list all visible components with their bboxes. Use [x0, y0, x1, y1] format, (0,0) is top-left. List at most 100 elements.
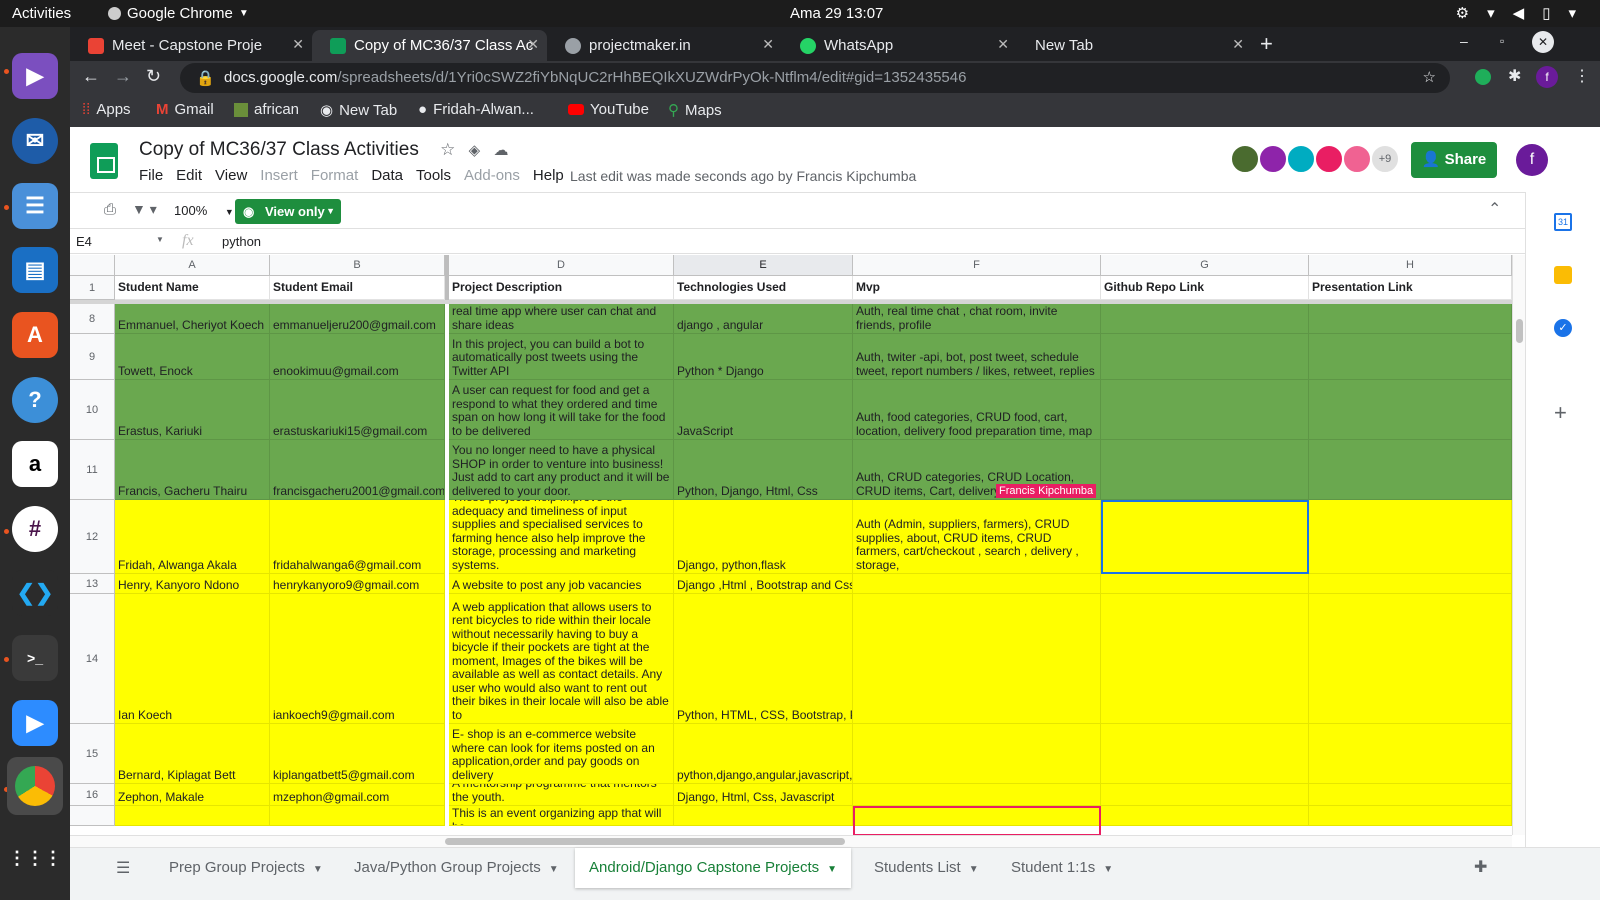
- table-cell[interactable]: Henry, Kanyoro Ndono: [115, 574, 270, 594]
- activities-button[interactable]: Activities: [12, 5, 71, 22]
- menu-file[interactable]: File: [139, 167, 163, 184]
- table-cell[interactable]: fridahalwanga6@gmail.com: [270, 500, 445, 574]
- bookmark-github[interactable]: ● Fridah-Alwan...: [418, 101, 534, 118]
- name-box[interactable]: E4: [76, 234, 92, 249]
- table-cell[interactable]: You no longer need to have a physical SH…: [449, 440, 674, 500]
- table-cell[interactable]: [853, 574, 1101, 594]
- close-icon[interactable]: ✕: [997, 36, 1009, 53]
- table-cell[interactable]: [853, 784, 1101, 806]
- keep-icon[interactable]: [1554, 266, 1572, 284]
- add-addon-icon[interactable]: +: [1554, 400, 1567, 426]
- print-icon[interactable]: ⎙: [104, 201, 116, 218]
- all-sheets-icon[interactable]: ☰: [116, 858, 130, 878]
- column-header-h[interactable]: H: [1309, 255, 1512, 276]
- sheets-logo-icon[interactable]: [90, 143, 118, 179]
- table-cell[interactable]: A website to post any job vacancies: [449, 574, 674, 594]
- header-cell[interactable]: Mvp: [853, 276, 1101, 300]
- menu-help[interactable]: Help: [533, 167, 564, 184]
- table-cell[interactable]: Django, python,flask: [674, 500, 853, 574]
- amazon-icon[interactable]: a: [12, 441, 58, 487]
- table-cell[interactable]: [1101, 724, 1309, 784]
- maximize-button[interactable]: ▫: [1500, 34, 1504, 48]
- selected-cell-outline[interactable]: [1101, 500, 1309, 574]
- back-icon[interactable]: ←: [82, 66, 100, 87]
- bookmark-maps[interactable]: ⚲ Maps: [668, 101, 722, 120]
- vertical-scrollbar[interactable]: [1512, 255, 1525, 835]
- tab-sheets[interactable]: Copy of MC36/37 Class Ac ✕: [312, 30, 547, 61]
- table-cell[interactable]: Bernard, Kiplagat Bett: [115, 724, 270, 784]
- calendar-icon[interactable]: 31: [1554, 213, 1572, 231]
- header-cell[interactable]: Student Email: [270, 276, 445, 300]
- view-only-button[interactable]: ◉ View only ▼: [235, 199, 341, 224]
- show-apps-icon[interactable]: ⋮⋮⋮: [8, 835, 62, 881]
- row-header[interactable]: 8: [70, 304, 115, 334]
- table-cell[interactable]: In this project, you can build a bot to …: [449, 334, 674, 380]
- menu-insert[interactable]: Insert: [260, 167, 298, 184]
- table-cell[interactable]: [853, 594, 1101, 724]
- column-header-b[interactable]: B: [270, 255, 445, 276]
- collapse-icon[interactable]: ⌃: [1488, 199, 1501, 219]
- explore-icon[interactable]: ✚: [1474, 857, 1487, 877]
- formula-input[interactable]: python: [222, 234, 261, 249]
- table-cell[interactable]: [1309, 594, 1512, 724]
- star-icon[interactable]: ☆: [1423, 68, 1436, 86]
- software-center-icon[interactable]: A: [12, 312, 58, 358]
- forward-icon[interactable]: →: [114, 66, 132, 87]
- table-cell[interactable]: Python, HTML, CSS, Bootstrap, Po: [674, 594, 853, 724]
- table-cell[interactable]: django , angular: [674, 304, 853, 334]
- table-cell[interactable]: [1309, 334, 1512, 380]
- select-all-corner[interactable]: [70, 255, 115, 276]
- new-tab-button[interactable]: +: [1260, 31, 1273, 57]
- zoom-icon[interactable]: ▶: [12, 700, 58, 746]
- writer-icon[interactable]: ▤: [12, 247, 58, 293]
- horizontal-scroll-thumb[interactable]: [445, 838, 845, 845]
- table-cell[interactable]: [1101, 334, 1309, 380]
- table-cell[interactable]: Auth, real time chat , chat room, invite…: [853, 304, 1101, 334]
- table-cell[interactable]: [1101, 574, 1309, 594]
- more-collaborators-badge[interactable]: +9: [1370, 144, 1400, 174]
- vscode-icon[interactable]: ❮❯: [12, 570, 58, 616]
- grammarly-icon[interactable]: [1475, 69, 1491, 85]
- header-cell[interactable]: Presentation Link: [1309, 276, 1512, 300]
- table-cell[interactable]: [853, 724, 1101, 784]
- table-cell[interactable]: [1309, 500, 1512, 574]
- column-header-e[interactable]: E: [674, 255, 853, 276]
- table-cell[interactable]: Ian Koech: [115, 594, 270, 724]
- table-cell[interactable]: [1309, 724, 1512, 784]
- close-window-button[interactable]: ✕: [1532, 31, 1554, 53]
- tab-whatsapp[interactable]: WhatsApp ✕: [782, 30, 1017, 61]
- sheet-tab-java-python[interactable]: Java/Python Group Projects ▼: [340, 848, 573, 888]
- help-icon[interactable]: ?: [12, 377, 58, 423]
- row-header[interactable]: [70, 806, 115, 826]
- table-cell[interactable]: Auth, twiter -api, bot, post tweet, sche…: [853, 334, 1101, 380]
- account-avatar[interactable]: f: [1516, 144, 1548, 176]
- table-cell[interactable]: Python, Django, Html, Css: [674, 440, 853, 500]
- sheet-tab-prep-group[interactable]: Prep Group Projects ▼: [155, 848, 337, 888]
- table-cell[interactable]: francisgacheru2001@gmail.com: [270, 440, 445, 500]
- table-cell[interactable]: [270, 806, 445, 826]
- table-cell[interactable]: Emmanuel, Cheriyot Koech: [115, 304, 270, 334]
- table-cell[interactable]: Zephon, Makale: [115, 784, 270, 806]
- row-header[interactable]: 13: [70, 574, 115, 594]
- row-header[interactable]: 9: [70, 334, 115, 380]
- video-player-icon[interactable]: ▶: [12, 53, 58, 99]
- column-header-d[interactable]: D: [449, 255, 674, 276]
- slack-icon[interactable]: #: [12, 506, 58, 552]
- close-icon[interactable]: ✕: [762, 36, 774, 53]
- table-cell[interactable]: [1309, 440, 1512, 500]
- header-cell[interactable]: Project Description: [449, 276, 674, 300]
- table-cell[interactable]: [1101, 806, 1309, 826]
- chrome-icon[interactable]: [7, 757, 63, 815]
- table-cell[interactable]: [1309, 806, 1512, 826]
- cloud-status-icon[interactable]: ☁: [493, 142, 508, 159]
- app-menu[interactable]: Google Chrome ▼: [108, 5, 249, 22]
- last-edit-link[interactable]: Last edit was made seconds ago by Franci…: [570, 168, 916, 184]
- table-cell[interactable]: This is an event organizing app that wil…: [449, 806, 674, 826]
- column-header-a[interactable]: A: [115, 255, 270, 276]
- table-cell[interactable]: Auth, food categories, CRUD food, cart, …: [853, 380, 1101, 440]
- menu-data[interactable]: Data: [371, 167, 403, 184]
- table-cell[interactable]: Erastus, Kariuki: [115, 380, 270, 440]
- row-header[interactable]: 10: [70, 380, 115, 440]
- table-cell[interactable]: enookimuu@gmail.com: [270, 334, 445, 380]
- row-header[interactable]: 12: [70, 500, 115, 574]
